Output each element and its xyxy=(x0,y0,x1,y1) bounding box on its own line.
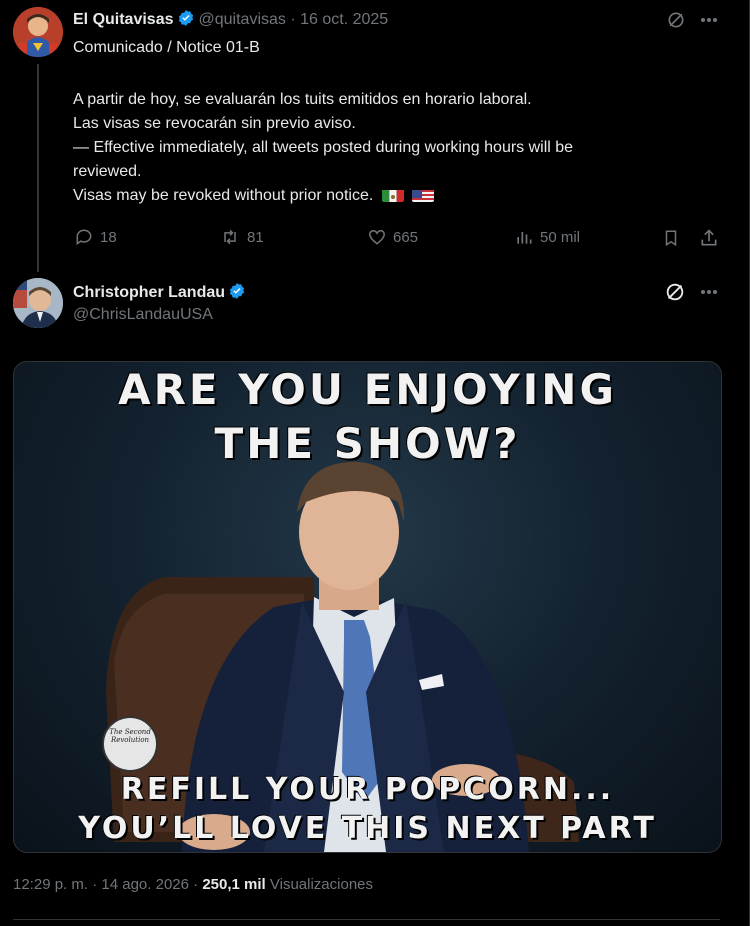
more-icon[interactable] xyxy=(697,10,721,30)
grok-icon[interactable] xyxy=(662,281,688,303)
separator-dot: · xyxy=(193,876,199,893)
meme-watermark: The Second Revolution xyxy=(109,728,151,744)
tweet-line-2: A partir de hoy, se evaluarán los tuits … xyxy=(73,91,532,108)
like-count: 665 xyxy=(393,228,419,246)
views-icon xyxy=(517,232,532,244)
tweet-line-6: Visas may be revoked without prior notic… xyxy=(73,184,435,208)
reply-count: 18 xyxy=(100,228,117,246)
reply-button[interactable]: 18 xyxy=(74,227,117,247)
repost-count: 81 xyxy=(247,228,264,246)
repost-button[interactable]: 81 xyxy=(219,227,264,247)
tweet-date[interactable]: 14 ago. 2026 xyxy=(101,876,189,893)
author-handle[interactable]: @quitavisas xyxy=(199,11,286,28)
meme-bottom-line-1: REFILL YOUR POPCORN... xyxy=(120,772,615,807)
author-name[interactable]: Christopher Landau xyxy=(73,284,225,301)
tweet-line-5: reviewed. xyxy=(73,163,142,180)
meme-bottom-line-2: YOU’LL LOVE THIS NEXT PART xyxy=(78,811,657,846)
tweet-media-image[interactable]: ARE YOU ENJOYING THE SHOW? REFILL YOUR P… xyxy=(13,361,722,853)
divider xyxy=(13,919,720,920)
tweet-date[interactable]: 16 oct. 2025 xyxy=(300,11,388,28)
like-icon xyxy=(368,230,386,245)
main-tweet-header: Christopher Landau xyxy=(73,282,250,302)
avatar-illustration xyxy=(13,7,63,57)
separator-dot: · xyxy=(92,876,98,893)
usa-flag-icon xyxy=(412,188,435,202)
author-name[interactable]: El Quitavisas xyxy=(73,11,174,28)
share-icon[interactable] xyxy=(698,227,720,249)
parent-tweet-header: El Quitavisas @quitavisas · 16 oct. 2025 xyxy=(73,9,388,29)
more-icon[interactable] xyxy=(697,281,721,303)
separator-dot: · xyxy=(290,11,296,28)
reply-icon xyxy=(76,229,92,246)
views-count: 50 mil xyxy=(540,228,581,246)
meme-top-line-1: ARE YOU ENJOYING xyxy=(118,365,617,414)
verified-badge-icon xyxy=(178,10,193,26)
like-button[interactable]: 665 xyxy=(367,227,418,247)
tweet-timestamp: 12:29 p. m. · 14 ago. 2026 · 250,1 mil V… xyxy=(13,876,373,893)
author-handle[interactable]: @ChrisLandauUSA xyxy=(73,306,213,324)
bookmark-icon[interactable] xyxy=(660,227,682,249)
avatar-christopher-landau[interactable] xyxy=(13,278,63,328)
verified-badge-icon xyxy=(229,283,245,299)
mexico-flag-icon xyxy=(381,188,404,202)
views-label: Visualizaciones xyxy=(269,876,374,893)
views-count: 250,1 mil xyxy=(202,876,266,893)
tweet-line-6-text: Visas may be revoked without prior notic… xyxy=(73,187,374,204)
tweet-line-4: — Effective immediately, all tweets post… xyxy=(73,139,574,156)
views-button[interactable]: 50 mil xyxy=(514,227,580,247)
avatar-quitavisas[interactable] xyxy=(13,7,63,57)
tweet-line-1: Comunicado / Notice 01-B xyxy=(73,39,260,56)
tweet-time[interactable]: 12:29 p. m. xyxy=(13,876,88,893)
grok-icon[interactable] xyxy=(664,10,688,30)
tweet-line-3: Las visas se revocarán sin previo aviso. xyxy=(73,115,356,132)
avatar-photo xyxy=(13,278,63,328)
repost-icon xyxy=(224,229,236,245)
thread-line xyxy=(37,64,39,272)
meme-top-line-2: THE SHOW? xyxy=(214,419,521,468)
